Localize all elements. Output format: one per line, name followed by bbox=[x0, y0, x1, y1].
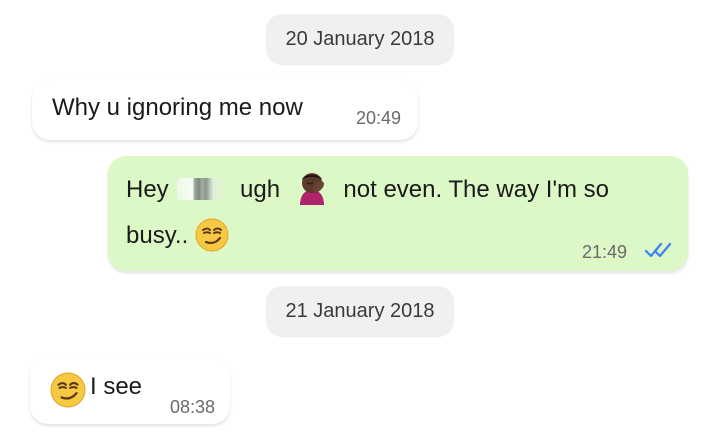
message-text-part: Hey bbox=[126, 176, 169, 203]
message-text: I see bbox=[90, 373, 143, 400]
message-time: 20:49 bbox=[356, 108, 402, 128]
outgoing-message-bubble[interactable]: Hey ugh not even. The way I'm so busy.. bbox=[108, 156, 688, 271]
smirking-face-emoji bbox=[50, 372, 86, 408]
message-time: 21:49 bbox=[582, 242, 628, 262]
message-text: Why u ignoring me now bbox=[52, 94, 303, 121]
message-time: 08:38 bbox=[170, 397, 216, 417]
date-separator: 21 January 2018 bbox=[266, 286, 454, 336]
message-text-part: not even. The way I'm so bbox=[343, 176, 610, 203]
date-separator: 20 January 2018 bbox=[266, 14, 454, 64]
message-text-part: busy.. bbox=[126, 222, 189, 249]
message-text-part: ugh bbox=[240, 176, 281, 203]
message-line-2: busy.. bbox=[126, 216, 229, 256]
smirking-face-emoji bbox=[195, 218, 229, 252]
double-check-icon bbox=[644, 240, 678, 260]
message-line-1: Hey ugh not even. The way I'm so bbox=[126, 170, 609, 210]
face-palm-emoji bbox=[295, 170, 329, 206]
blurred-name-redaction bbox=[177, 177, 230, 200]
incoming-message-bubble[interactable]: Why u ignoring me now 20:49 bbox=[32, 80, 418, 140]
incoming-message-bubble[interactable]: I see 08:38 bbox=[30, 358, 230, 424]
